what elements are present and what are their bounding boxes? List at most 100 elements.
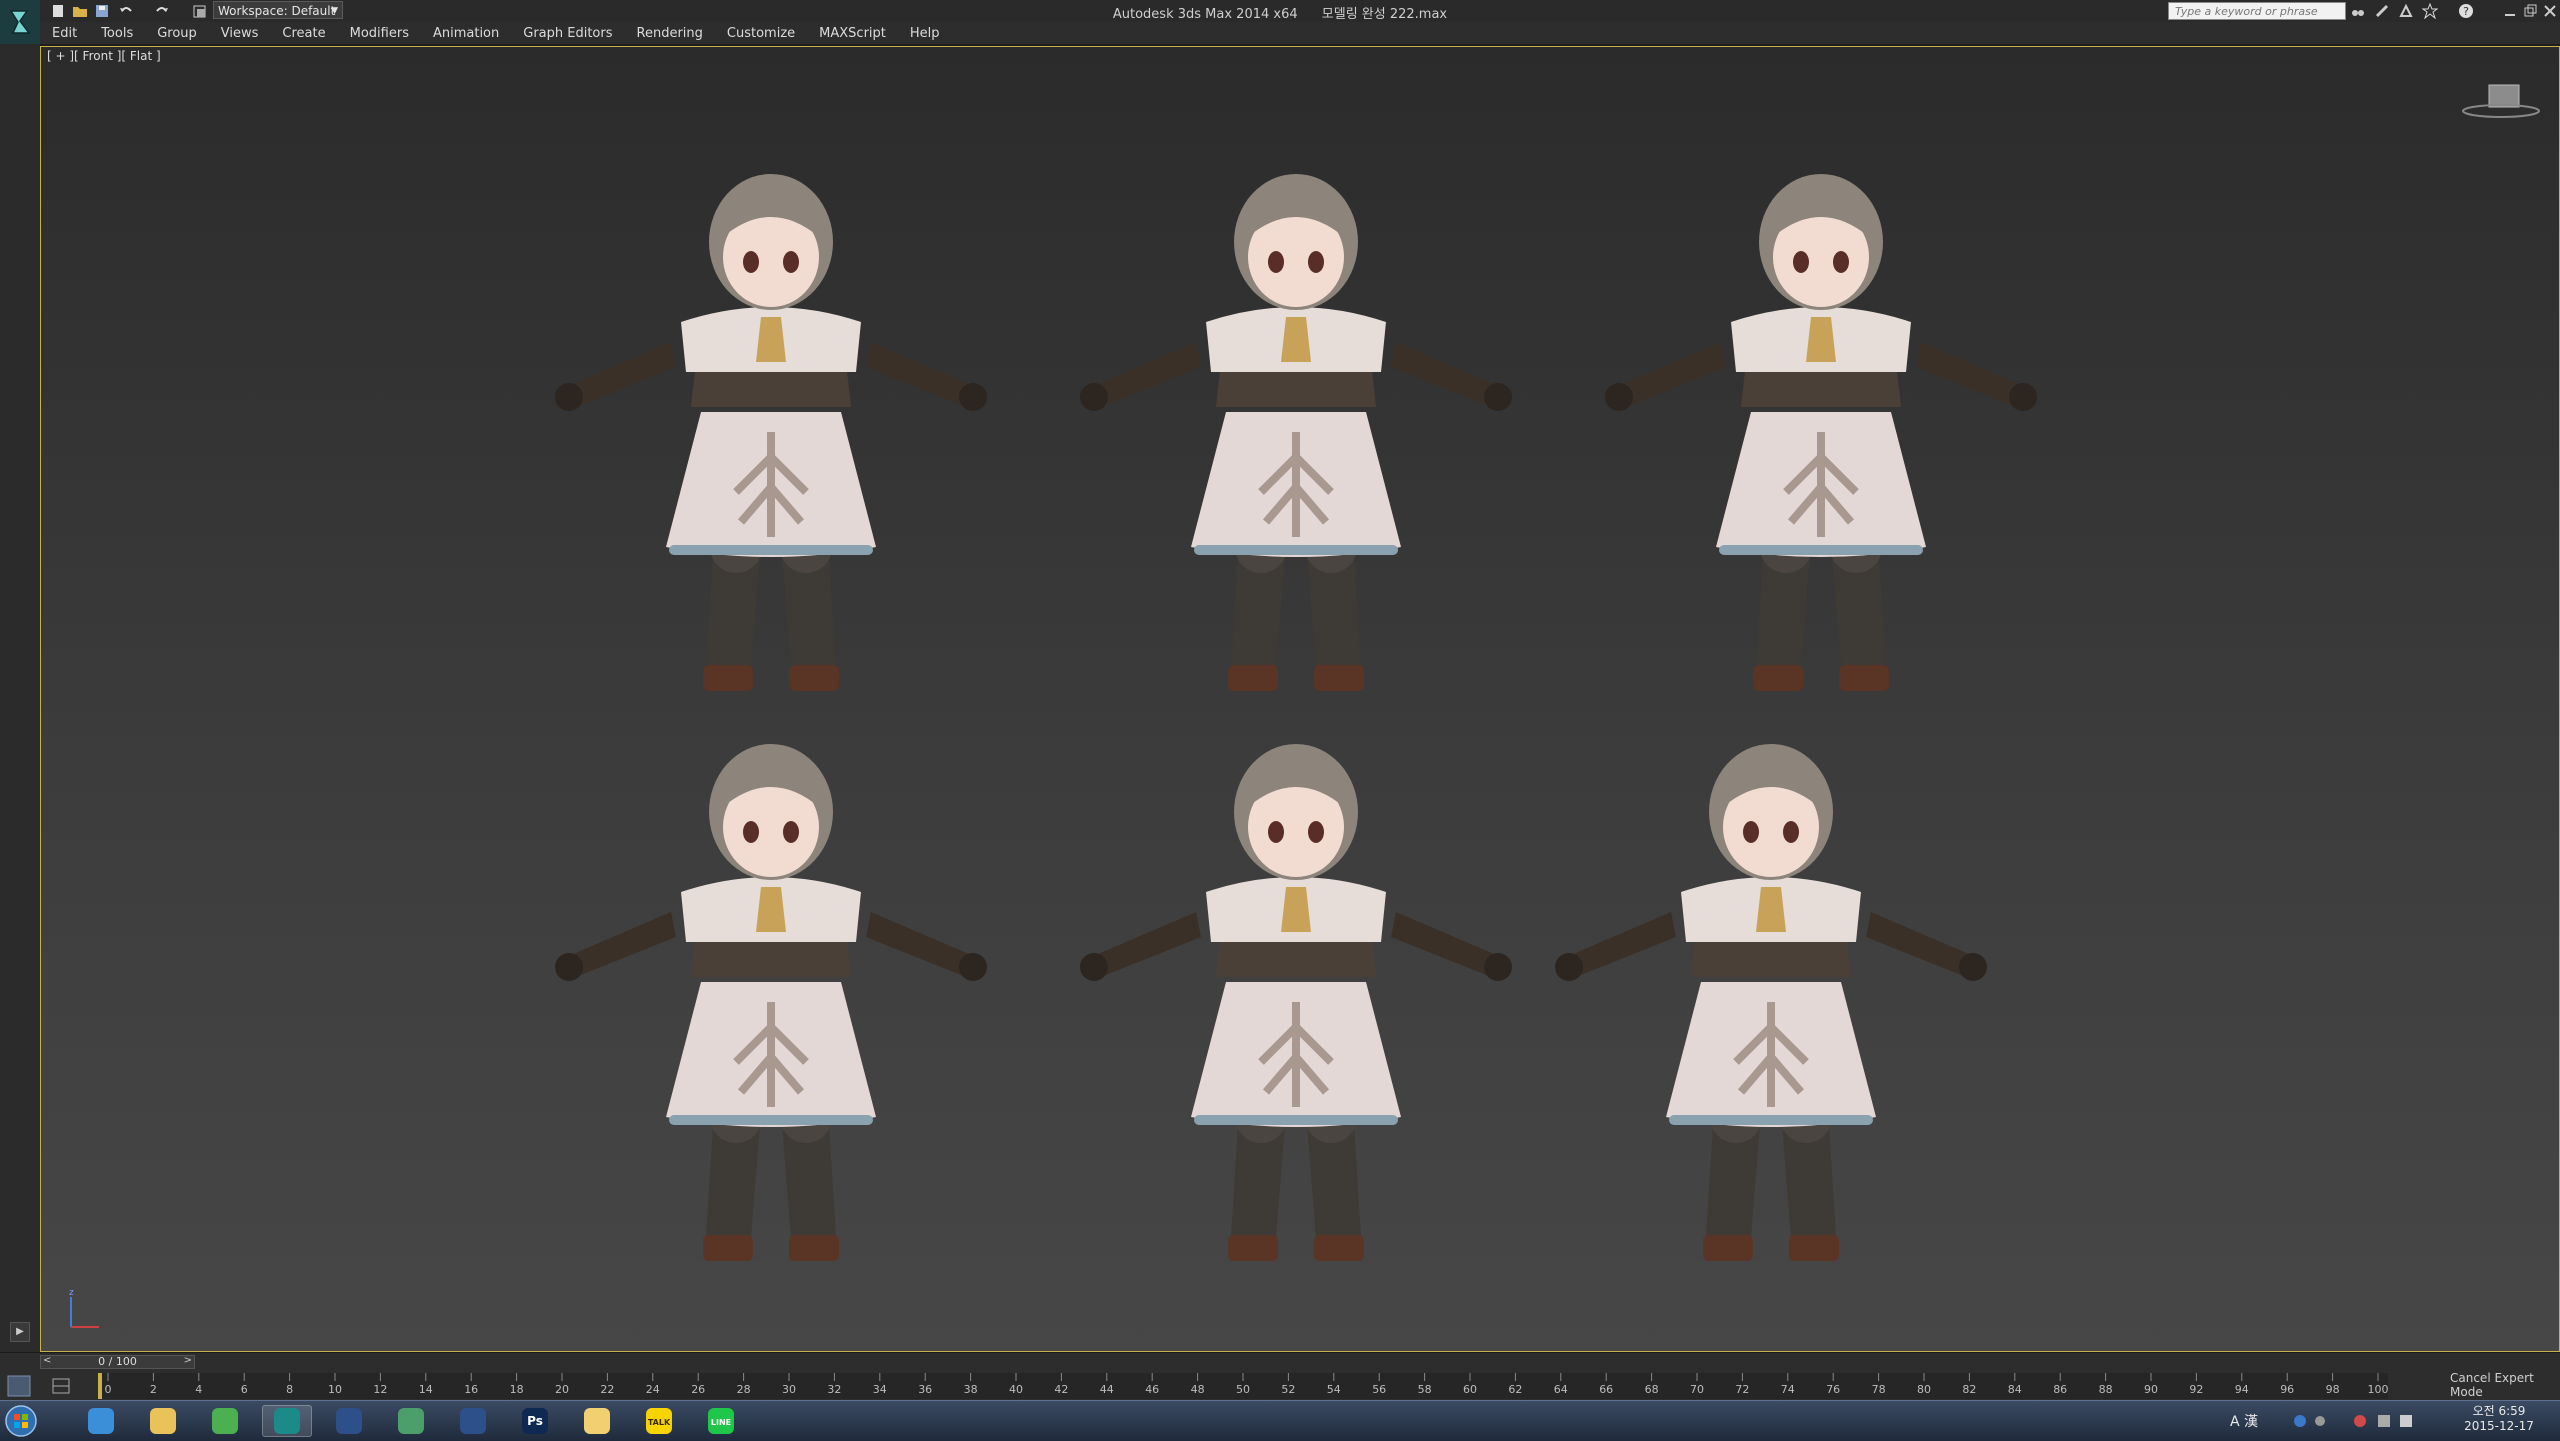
menu-views[interactable]: Views xyxy=(209,26,271,41)
menu-group[interactable]: Group xyxy=(145,26,209,41)
taskbar-app-photoshop[interactable]: Ps xyxy=(510,1405,560,1437)
right-eye xyxy=(1308,251,1324,273)
mini-curve-editor-icon[interactable] xyxy=(6,1373,36,1399)
timeline-tick-label: 80 xyxy=(1917,1383,1931,1396)
menu-animation[interactable]: Animation xyxy=(421,26,511,41)
menu-create[interactable]: Create xyxy=(270,26,337,41)
character-model-4[interactable] xyxy=(511,717,1031,1297)
timeline-tick-label: 78 xyxy=(1872,1383,1886,1396)
taskbar-app-3ds-max[interactable] xyxy=(262,1405,312,1437)
binoculars-icon[interactable] xyxy=(2350,3,2366,19)
subscription-icon[interactable] xyxy=(2374,3,2390,19)
slider-next-icon[interactable]: > xyxy=(184,1355,192,1366)
viewport-label[interactable]: [ + ][ Front ][ Flat ] xyxy=(47,49,161,63)
time-cursor[interactable] xyxy=(98,1373,102,1399)
left-boot xyxy=(703,665,753,691)
timeline-tick-label: 50 xyxy=(1236,1383,1250,1396)
media-player-2-icon xyxy=(460,1408,486,1434)
restore-icon[interactable] xyxy=(2522,3,2538,19)
photoshop-icon: Ps xyxy=(522,1408,548,1434)
timeline-tick-label: 26 xyxy=(691,1383,705,1396)
taskbar-app-chrome[interactable] xyxy=(200,1405,250,1437)
minimize-icon[interactable] xyxy=(2502,3,2518,19)
system-tray[interactable]: A 漢 xyxy=(2220,1409,2460,1433)
menu-edit[interactable]: Edit xyxy=(40,26,89,41)
character-model-1[interactable] xyxy=(511,147,1031,727)
character-model-3[interactable] xyxy=(1561,147,2081,727)
left-arm xyxy=(555,912,676,981)
taskbar-app-file-explorer[interactable] xyxy=(138,1405,188,1437)
skirt-hem xyxy=(1669,1115,1873,1125)
character-model-2[interactable] xyxy=(1036,147,1556,727)
favorites-star-icon[interactable] xyxy=(2422,3,2438,19)
search-input[interactable]: Type a keyword or phrase xyxy=(2168,2,2346,20)
right-arm xyxy=(1391,342,1512,411)
dope-sheet-icon[interactable] xyxy=(50,1375,74,1397)
timeline-tick-label: 58 xyxy=(1418,1383,1432,1396)
menu-graph-editors[interactable]: Graph Editors xyxy=(511,26,624,41)
taskbar-app-line[interactable]: LINE xyxy=(696,1405,746,1437)
timeline: < 0 / 100 > 0 2 4 6 8 10 12 14 16 18 20 22 24 26 28 30 3… xyxy=(0,1352,2560,1401)
menu-modifiers[interactable]: Modifiers xyxy=(338,26,421,41)
skirt-hem xyxy=(669,545,873,555)
taskbar-app-folder[interactable] xyxy=(572,1405,622,1437)
left-arm xyxy=(1605,342,1726,411)
timeline-tick-label: 94 xyxy=(2235,1383,2249,1396)
axis-tripod-icon: z xyxy=(69,1288,99,1328)
timeline-tick-label: 2 xyxy=(150,1383,157,1396)
timeline-tick-label: 38 xyxy=(964,1383,978,1396)
taskbar-app-kakaotalk[interactable]: TALK xyxy=(634,1405,684,1437)
track-bar[interactable]: 0 2 4 6 8 10 12 14 16 18 20 22 24 26 28 30 32 34 36 38 40 42 4… xyxy=(98,1373,2389,1399)
taskbar-app-media-player-2[interactable] xyxy=(448,1405,498,1437)
timeline-tick-label: 52 xyxy=(1281,1383,1295,1396)
timeline-tick-label: 18 xyxy=(510,1383,524,1396)
svg-text:?: ? xyxy=(2463,5,2469,18)
windows-start-icon[interactable] xyxy=(4,1404,38,1438)
timeline-tick-label: 68 xyxy=(1645,1383,1659,1396)
timeline-tick-label: 36 xyxy=(918,1383,932,1396)
timeline-tick-label: 70 xyxy=(1690,1383,1704,1396)
menu-bar: Edit Tools Group Views Create Modifiers … xyxy=(40,22,2560,44)
timeline-tick-label: 74 xyxy=(1781,1383,1795,1396)
left-boot xyxy=(1703,1235,1753,1261)
line-icon: LINE xyxy=(708,1408,734,1434)
timeline-tick-label: 66 xyxy=(1599,1383,1613,1396)
communication-icon[interactable] xyxy=(2398,3,2414,19)
svg-text:z: z xyxy=(69,1288,74,1298)
timeline-tick-label: 16 xyxy=(464,1383,478,1396)
taskbar-app-internet-explorer[interactable] xyxy=(76,1405,126,1437)
menu-maxscript[interactable]: MAXScript xyxy=(807,26,898,41)
file-explorer-icon xyxy=(150,1408,176,1434)
time-slider[interactable]: < 0 / 100 > xyxy=(40,1355,195,1369)
front-viewport[interactable]: [ + ][ Front ][ Flat ] z xyxy=(40,46,2560,1352)
timeline-tick-label: 98 xyxy=(2326,1383,2340,1396)
left-arm xyxy=(1080,912,1201,981)
taskbar-app-media-player[interactable] xyxy=(324,1405,374,1437)
timeline-tick-label: 32 xyxy=(827,1383,841,1396)
menu-customize[interactable]: Customize xyxy=(715,26,807,41)
timeline-tick-label: 28 xyxy=(737,1383,751,1396)
system-clock[interactable]: 오전 6:59 2015-12-17 xyxy=(2440,1404,2558,1434)
timeline-tick-label: 48 xyxy=(1191,1383,1205,1396)
taskbar-app-app-diamond[interactable] xyxy=(386,1405,436,1437)
close-icon[interactable] xyxy=(2542,3,2558,19)
menu-rendering[interactable]: Rendering xyxy=(625,26,715,41)
character-model-5[interactable] xyxy=(1036,717,1556,1297)
left-boot xyxy=(703,1235,753,1261)
viewcube-icon[interactable] xyxy=(2461,81,2541,121)
right-boot xyxy=(1314,1235,1364,1261)
help-icon[interactable]: ? xyxy=(2458,3,2474,19)
cancel-expert-mode-button[interactable]: Cancel Expert Mode xyxy=(2450,1371,2560,1399)
right-boot xyxy=(1789,1235,1839,1261)
left-eye xyxy=(743,251,759,273)
character-model-6[interactable] xyxy=(1511,717,2031,1297)
skirt-hem xyxy=(1194,545,1398,555)
right-boot xyxy=(1314,665,1364,691)
svg-text:A 漢: A 漢 xyxy=(2230,1414,2258,1430)
menu-tools[interactable]: Tools xyxy=(89,26,145,41)
menu-help[interactable]: Help xyxy=(898,26,952,41)
right-boot xyxy=(789,665,839,691)
timeline-tick-label: 82 xyxy=(1962,1383,1976,1396)
right-arm xyxy=(1866,912,1987,981)
expand-panel-button[interactable]: ▶ xyxy=(10,1322,30,1342)
